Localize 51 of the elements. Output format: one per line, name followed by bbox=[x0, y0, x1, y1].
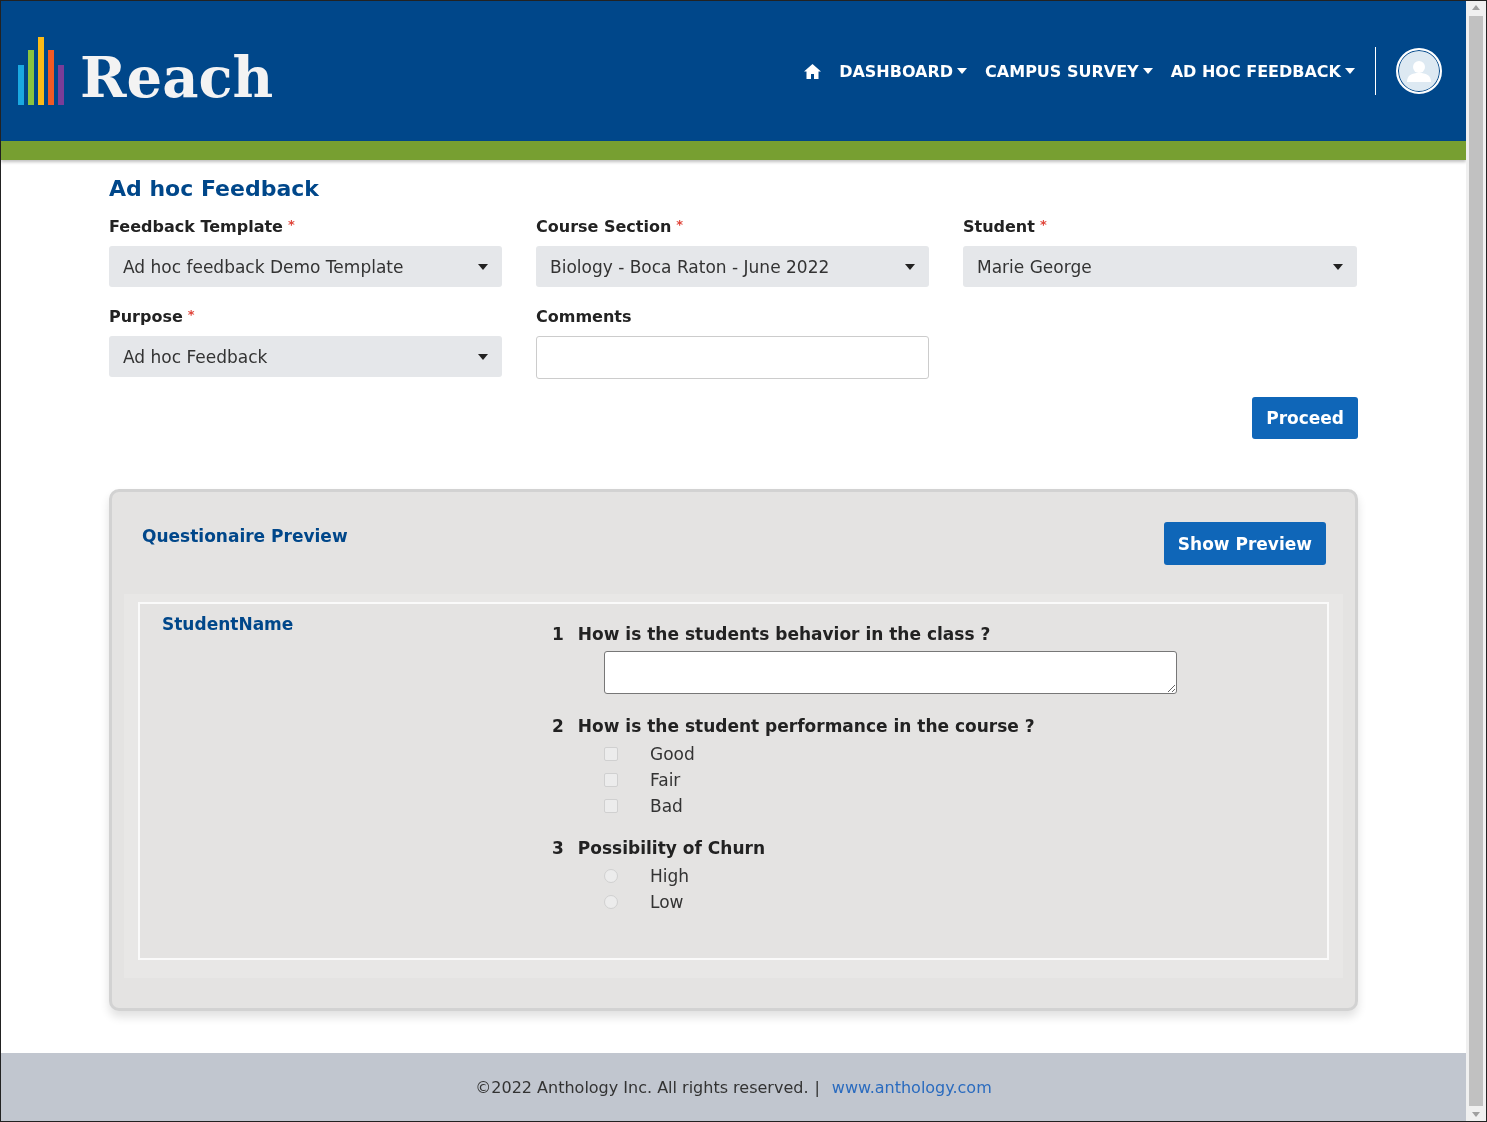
copyright-text: ©2022 Anthology Inc. All rights reserved. bbox=[475, 1077, 809, 1097]
scrollbar[interactable] bbox=[1466, 1, 1486, 1121]
caret-icon bbox=[905, 263, 915, 270]
option-label: Fair bbox=[650, 770, 681, 790]
proceed-button[interactable]: Proceed bbox=[1252, 397, 1358, 439]
select-field[interactable]: Ad hoc feedback Demo Template bbox=[109, 246, 502, 287]
select-field[interactable]: Biology - Boca Raton - June 2022 bbox=[536, 246, 929, 287]
question-text: How is the student performance in the course ? bbox=[577, 716, 1035, 736]
field-label: Comments bbox=[536, 307, 632, 326]
field-label: Purpose bbox=[109, 307, 183, 326]
scroll-down-icon[interactable] bbox=[1472, 1112, 1480, 1117]
field-label: Course Section bbox=[536, 217, 672, 236]
answer-box[interactable] bbox=[604, 651, 1177, 694]
radio-button[interactable] bbox=[604, 869, 618, 883]
required-mark: * bbox=[287, 217, 295, 234]
scroll-up-icon[interactable] bbox=[1472, 5, 1480, 10]
question-text: How is the students behavior in the class ? bbox=[577, 624, 991, 644]
checkbox[interactable] bbox=[604, 799, 618, 813]
radio-button[interactable] bbox=[604, 895, 618, 909]
required-mark: * bbox=[676, 217, 684, 234]
select-field[interactable]: Ad hoc Feedback bbox=[109, 336, 502, 377]
separator-text: | bbox=[814, 1077, 820, 1097]
caret-icon bbox=[478, 263, 488, 270]
option-label: Low bbox=[650, 892, 684, 912]
checkbox[interactable] bbox=[604, 747, 618, 761]
select-field[interactable]: Marie George bbox=[963, 246, 1357, 287]
panel-title: Questionaire Preview bbox=[142, 526, 348, 546]
field-label: Feedback Template bbox=[109, 217, 283, 236]
student-name-label: StudentName bbox=[162, 614, 295, 634]
home-icon[interactable] bbox=[804, 63, 822, 79]
option-label: Bad bbox=[650, 796, 683, 816]
option-label: High bbox=[650, 866, 690, 886]
nav-menu-link[interactable]: DASHBOARD bbox=[839, 61, 968, 81]
caret-icon bbox=[478, 353, 488, 360]
caret-icon bbox=[1333, 263, 1343, 270]
question-number: 3 bbox=[552, 838, 564, 858]
question-number: 2 bbox=[552, 716, 564, 736]
checkbox[interactable] bbox=[604, 773, 618, 787]
question-number: 1 bbox=[552, 624, 564, 644]
comments-input[interactable] bbox=[536, 336, 929, 379]
show-preview-button[interactable]: Show Preview bbox=[1163, 522, 1326, 565]
required-mark: * bbox=[1039, 217, 1047, 234]
question-text: Possibility of Churn bbox=[577, 838, 765, 858]
nav-menu-link[interactable]: AD HOC FEEDBACK bbox=[1170, 61, 1355, 81]
user-avatar-icon[interactable] bbox=[1396, 48, 1442, 94]
required-mark: * bbox=[187, 307, 195, 324]
field-label: Student bbox=[963, 217, 1035, 236]
logo-text: Reach bbox=[80, 49, 274, 105]
page-title: Ad hoc Feedback bbox=[109, 176, 320, 201]
option-label: Good bbox=[650, 744, 695, 764]
nav-menu-link[interactable]: CAMPUS SURVEY bbox=[985, 61, 1153, 81]
